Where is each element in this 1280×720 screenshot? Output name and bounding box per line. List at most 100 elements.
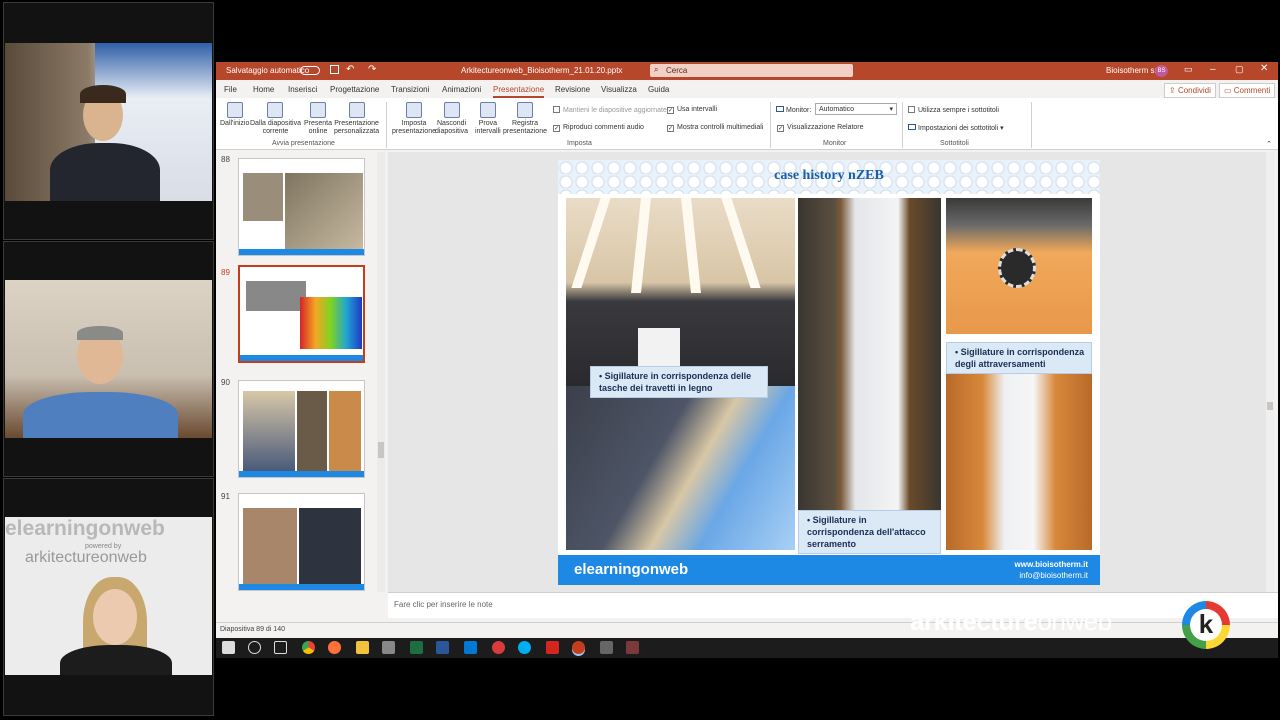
monitor-icon <box>776 106 784 112</box>
slide-editor[interactable]: case history nZEB • Sigillature in corri… <box>388 152 1274 592</box>
maximize-icon[interactable]: ▢ <box>1235 64 1244 75</box>
minimize-icon[interactable]: – <box>1210 64 1216 75</box>
collapse-ribbon-icon[interactable]: ⌃ <box>1266 140 1272 148</box>
show-media-controls-checkbox[interactable]: ✓ Mostra controlli multimediali <box>667 124 763 132</box>
thumb-number: 91 <box>221 492 230 501</box>
acrobat-icon[interactable] <box>546 641 559 654</box>
autosave-toggle[interactable] <box>300 66 320 75</box>
slide-thumbnail-panel: 88 89 90 91 92 <box>216 152 386 592</box>
slide-title[interactable]: case history nZEB <box>558 168 1100 184</box>
ribbon-display-icon[interactable]: ▭ <box>1184 64 1193 75</box>
excel-icon[interactable] <box>410 641 423 654</box>
autosave-label: Salvataggio automatico <box>226 66 310 75</box>
thumb-number: 88 <box>221 155 230 164</box>
custom-show-button[interactable]: Presentazione personalizzata <box>334 102 379 136</box>
group-label-subtitles: Sottotitoli <box>940 140 969 147</box>
present-online-icon <box>310 102 327 118</box>
notes-pane[interactable]: Fare clic per inserire le note <box>388 592 1278 618</box>
powerpoint-icon[interactable] <box>572 641 585 654</box>
play-current-icon <box>267 102 284 118</box>
photo-timber-ceiling[interactable] <box>566 198 795 386</box>
task-view-icon[interactable] <box>274 641 287 654</box>
chrome-icon[interactable] <box>302 641 315 654</box>
share-button[interactable]: ⇪ Condividi <box>1164 83 1216 98</box>
callout-penetrations[interactable]: • Sigillature in corrispondenza degli at… <box>946 342 1092 374</box>
tab-help[interactable]: Guida <box>648 85 669 94</box>
participant-video-2[interactable] <box>3 241 214 477</box>
subtitle-settings-button[interactable]: Impostazioni dei sottotitoli ▾ <box>908 124 1004 132</box>
file-explorer-icon[interactable] <box>356 641 369 654</box>
store-icon[interactable] <box>382 641 395 654</box>
tab-transitions[interactable]: Transizioni <box>391 85 429 94</box>
status-bar: Diapositiva 89 di 140 <box>216 622 1278 638</box>
search-icon[interactable] <box>248 641 261 654</box>
presenter-view-checkbox[interactable]: ✓ Visualizzazione Relatore <box>777 124 864 132</box>
callout-joist-pockets[interactable]: • Sigillature in corrispondenza delle ta… <box>590 366 768 398</box>
photo-penetration-seal[interactable] <box>946 198 1092 334</box>
participant-video-1[interactable] <box>3 2 214 240</box>
custom-show-icon <box>348 102 365 118</box>
hide-slide-icon <box>443 102 460 118</box>
ribbon-tabs: File Home Inserisci Progettazione Transi… <box>216 80 1278 98</box>
tab-home[interactable]: Home <box>253 85 274 94</box>
save-icon[interactable] <box>330 65 339 74</box>
firefox-icon[interactable] <box>328 641 341 654</box>
tab-design[interactable]: Progettazione <box>330 85 379 94</box>
outlook-icon[interactable] <box>464 641 477 654</box>
app-icon[interactable] <box>492 641 505 654</box>
from-current-slide-button[interactable]: Dalla diapositiva corrente <box>250 102 301 136</box>
word-icon[interactable] <box>436 641 449 654</box>
tab-view[interactable]: Visualizza <box>601 85 637 94</box>
start-icon[interactable] <box>222 641 235 654</box>
callout-window-attachment[interactable]: • Sigillature in corrispondenza dell'att… <box>798 510 941 554</box>
tab-file[interactable]: File <box>224 85 237 94</box>
group-label-setup: Imposta <box>567 140 592 147</box>
slide-thumbnail-89[interactable] <box>238 265 365 363</box>
footer-website: www.bioisotherm.it <box>1014 560 1088 569</box>
tab-insert[interactable]: Inserisci <box>288 85 317 94</box>
redo-icon[interactable]: ↷ <box>368 64 376 75</box>
account-name[interactable]: Bioisotherm srl <box>1106 66 1159 75</box>
tab-slideshow[interactable]: Presentazione <box>493 85 545 98</box>
tab-review[interactable]: Revisione <box>555 85 590 94</box>
play-narrations-checkbox[interactable]: ✓ Riproduci commenti audio <box>553 124 644 132</box>
canvas-scrollbar[interactable] <box>1266 152 1274 592</box>
app-icon-2[interactable] <box>600 641 613 654</box>
thumbnail-scrollbar[interactable] <box>377 152 385 592</box>
k-logo: k <box>1182 601 1230 649</box>
comments-button[interactable]: ▭ Commenti <box>1219 83 1276 98</box>
search-input[interactable]: ⌕ Cerca <box>650 64 853 77</box>
timer-icon <box>479 102 496 118</box>
photo-window-frame[interactable] <box>798 198 941 510</box>
close-icon[interactable]: ✕ <box>1260 63 1268 74</box>
record-show-button[interactable]: Registra presentazione <box>503 102 547 136</box>
brand-overlay: arkitectureonweb <box>910 606 1112 636</box>
setup-show-button[interactable]: Imposta presentazione <box>392 102 436 136</box>
from-beginning-button[interactable]: Dall'inizio <box>220 102 249 128</box>
participant-video-3[interactable]: elearningonweb powered by arkitectureonw… <box>3 478 214 716</box>
always-subtitles-checkbox[interactable]: Utilizza sempre i sottotitoli <box>908 106 999 114</box>
avatar[interactable]: BS <box>1155 65 1168 77</box>
keep-slides-updated-checkbox[interactable]: Mantieni le diapositive aggiornate <box>553 106 667 114</box>
app-icon-3[interactable] <box>626 641 639 654</box>
slide-thumbnail-90[interactable] <box>238 380 365 478</box>
current-slide[interactable]: case history nZEB • Sigillature in corri… <box>558 160 1100 585</box>
photo-eaves-sky[interactable] <box>566 386 795 550</box>
monitor-select[interactable]: Automatico ▾ <box>815 103 897 115</box>
use-timings-checkbox[interactable]: ✓ Usa intervalli <box>667 106 717 114</box>
present-online-button[interactable]: Presenta online <box>304 102 332 136</box>
slide-thumbnail-88[interactable] <box>238 158 365 256</box>
filename: Arkitectureonweb_Bioisotherm_21.01.20.pp… <box>461 66 623 75</box>
slide-thumbnail-91[interactable] <box>238 493 365 591</box>
slide-counter: Diapositiva 89 di 140 <box>220 626 285 633</box>
tab-animations[interactable]: Animazioni <box>442 85 481 94</box>
hide-slide-button[interactable]: Nascondi diapositiva <box>435 102 468 136</box>
footer-logo: elearningonweb <box>574 561 689 578</box>
skype-icon[interactable] <box>518 641 531 654</box>
record-icon <box>516 102 533 118</box>
slide-footer: elearningonweb www.bioisotherm.it info@b… <box>558 555 1100 585</box>
undo-icon[interactable]: ↶ <box>346 64 354 75</box>
rehearse-timings-button[interactable]: Prova intervalli <box>475 102 501 136</box>
play-icon <box>226 102 243 118</box>
photo-orange-window[interactable] <box>946 374 1092 550</box>
